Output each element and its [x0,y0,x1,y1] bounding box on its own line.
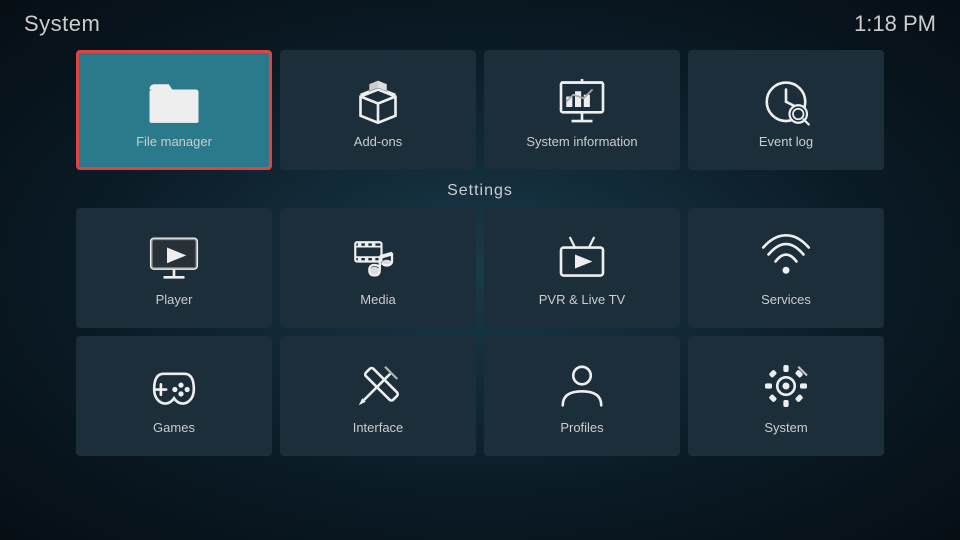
page-title: System [24,11,100,37]
tile-event-log-label: Event log [759,134,813,149]
player-icon [146,230,202,286]
tile-player[interactable]: Player [76,208,272,328]
top-tiles-row: File manager Add-ons [0,50,960,170]
top-bar: System 1:18 PM [0,0,960,48]
clock: 1:18 PM [854,11,936,37]
tile-profiles[interactable]: Profiles [484,336,680,456]
settings-section-label: Settings [0,182,960,200]
tile-event-log[interactable]: Event log [688,50,884,170]
system-icon [758,358,814,414]
tile-games-label: Games [153,420,195,435]
services-icon [758,230,814,286]
tile-add-ons[interactable]: Add-ons [280,50,476,170]
tile-services[interactable]: Services [688,208,884,328]
tile-system-information[interactable]: System information [484,50,680,170]
tile-services-label: Services [761,292,811,307]
event-log-icon [758,72,814,128]
tile-system-label: System [764,420,807,435]
tile-interface-label: Interface [353,420,404,435]
media-icon [350,230,406,286]
games-icon [146,358,202,414]
tile-games[interactable]: Games [76,336,272,456]
tile-player-label: Player [156,292,193,307]
profiles-icon [554,358,610,414]
pvr-live-tv-icon [554,230,610,286]
tile-file-manager-label: File manager [136,134,212,149]
addons-icon [350,72,406,128]
tile-file-manager[interactable]: File manager [76,50,272,170]
tile-add-ons-label: Add-ons [354,134,402,149]
tile-system-information-label: System information [526,134,637,149]
tile-pvr-live-tv-label: PVR & Live TV [539,292,625,307]
tile-media-label: Media [360,292,395,307]
system-info-icon [554,72,610,128]
tile-pvr-live-tv[interactable]: PVR & Live TV [484,208,680,328]
settings-row-2: Games Interface Profiles [0,336,960,456]
tile-system[interactable]: System [688,336,884,456]
interface-icon [350,358,406,414]
tile-interface[interactable]: Interface [280,336,476,456]
tile-media[interactable]: Media [280,208,476,328]
folder-icon [146,72,202,128]
tile-profiles-label: Profiles [560,420,603,435]
settings-row-1: Player Me [0,208,960,328]
